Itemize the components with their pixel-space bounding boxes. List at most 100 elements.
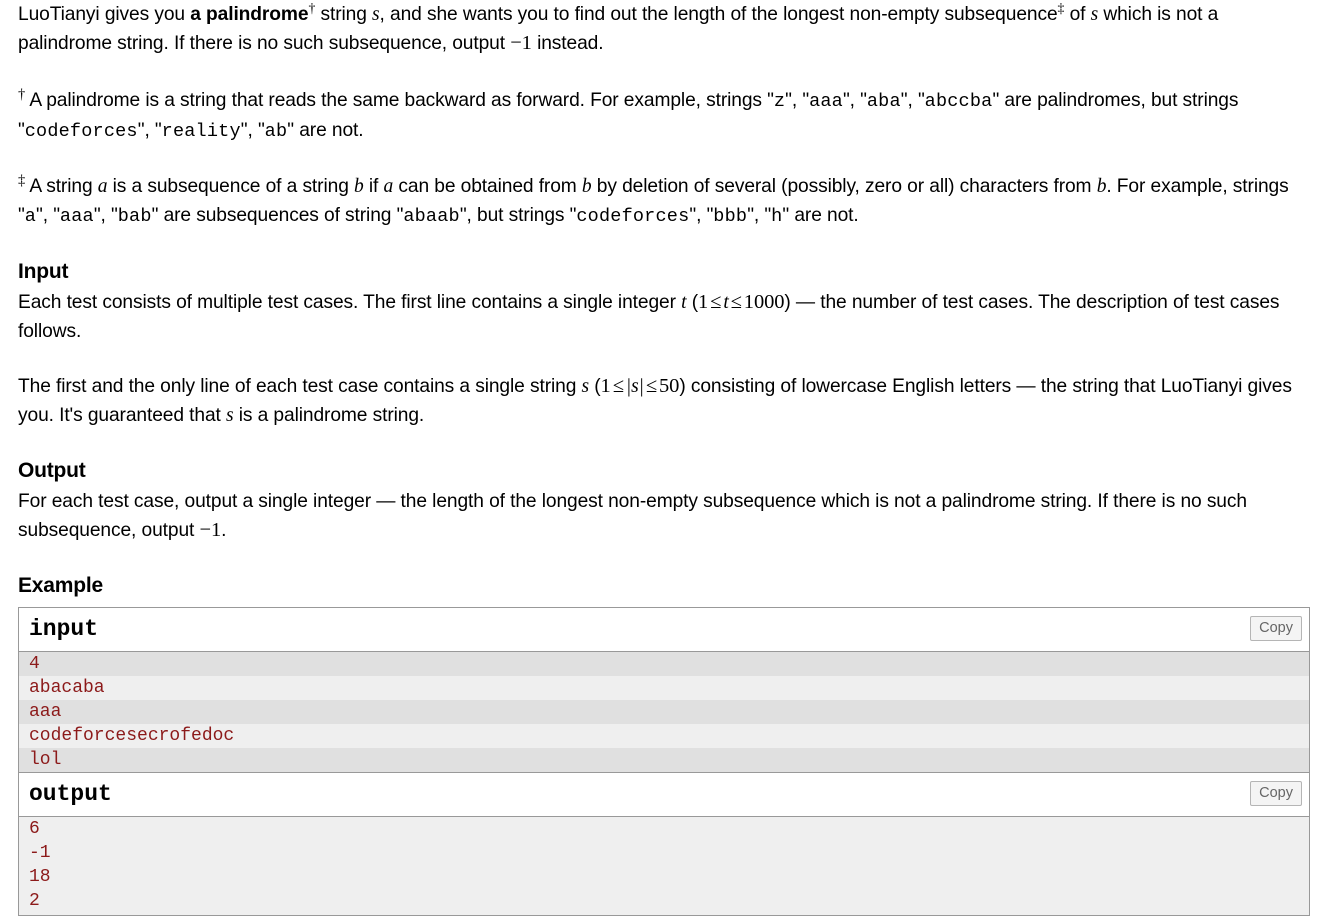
- sample-output-line: 6: [19, 817, 1309, 841]
- code-codeforces-2: codeforces: [576, 206, 690, 227]
- code-bab: bab: [117, 206, 152, 227]
- footnote-palindrome: † A palindrome is a string that reads th…: [18, 86, 1310, 146]
- footnote-text-2: ", ": [785, 90, 810, 111]
- legend-bold-palindrome: a palindrome: [190, 4, 309, 25]
- math-s-lower-bound: 1: [600, 375, 611, 397]
- math-var-s-4: s: [226, 405, 234, 426]
- code-ab: ab: [264, 121, 288, 142]
- math-le-3: ≤: [612, 375, 624, 397]
- footnote-text-8: " are not.: [287, 120, 364, 141]
- math-var-b-2: b: [581, 176, 592, 197]
- output-section-heading: Output: [18, 459, 86, 482]
- math-var-a-2: a: [383, 176, 394, 197]
- math-s-upper-bound: 50: [659, 375, 680, 397]
- sample-output-box: output Copy 6 -1 18 2: [18, 772, 1310, 916]
- legend-text-3: , and she wants you to find out the leng…: [379, 4, 1058, 25]
- fn2-text-11: ", ": [689, 205, 714, 226]
- output-paragraph-1: For each test case, output a single inte…: [18, 487, 1310, 545]
- input-paragraph-1: Each test consists of multiple test case…: [18, 288, 1310, 346]
- sample-input-box: input Copy 4 abacaba aaa codeforcesecrofe…: [18, 607, 1310, 772]
- math-abs-s: |s|: [625, 376, 644, 397]
- input-section-heading: Input: [18, 260, 69, 283]
- sample-input-line: codeforcesecrofedoc: [19, 724, 1309, 748]
- fn2-text-10: ", but strings ": [459, 205, 577, 226]
- legend-text-4: of: [1064, 4, 1091, 25]
- footnote-text-6: ", ": [137, 120, 162, 141]
- fn2-text-12: ", ": [747, 205, 772, 226]
- math-le-1: ≤: [710, 291, 722, 313]
- sample-input-title: input Copy: [19, 608, 1309, 651]
- sample-input-title-label: input: [29, 616, 99, 642]
- math-minus-one-1: −1: [510, 32, 532, 54]
- copy-input-button[interactable]: Copy: [1250, 616, 1302, 641]
- math-var-b-3: b: [1096, 176, 1107, 197]
- math-minus-one-2: −1: [199, 519, 222, 541]
- math-var-b-1: b: [354, 176, 364, 197]
- fn2-text-4: can be obtained from: [393, 176, 582, 197]
- sample-input-line: abacaba: [19, 676, 1309, 700]
- fn2-text-9: " are subsequences of string ": [151, 205, 404, 226]
- fn2-text-8: ", ": [93, 205, 118, 226]
- code-abaab: abaab: [403, 206, 460, 227]
- fn2-text-13: " are not.: [782, 205, 859, 226]
- sample-output-title-label: output: [29, 781, 112, 807]
- code-z: z: [773, 91, 786, 112]
- legend-text-1: LuoTianyi gives you: [18, 4, 191, 25]
- math-var-a-1: a: [97, 176, 108, 197]
- math-var-t-2: t: [723, 292, 729, 313]
- code-bbb: bbb: [713, 206, 748, 227]
- legend-text-2: string: [315, 4, 373, 25]
- math-le-2: ≤: [730, 291, 742, 313]
- output-text-2: .: [221, 520, 227, 541]
- footnote-subsequence: ‡ A string a is a subsequence of a strin…: [18, 172, 1310, 231]
- sample-input-content: 4 abacaba aaa codeforcesecrofedoc lol: [19, 651, 1309, 772]
- fn2-text-1: A string: [25, 176, 98, 197]
- math-t-upper-bound: 1000: [743, 291, 785, 313]
- code-aba: aba: [866, 91, 901, 112]
- input2-text-2: (: [589, 376, 601, 397]
- sample-input-line: lol: [19, 748, 1309, 772]
- footnote-text-1: A palindrome is a string that reads the …: [25, 90, 774, 111]
- sample-output-title: output Copy: [19, 773, 1309, 816]
- input2-text-1: The first and the only line of each test…: [18, 376, 582, 397]
- code-h: h: [771, 206, 783, 227]
- copy-output-button[interactable]: Copy: [1250, 781, 1302, 806]
- code-aaa-2: aaa: [59, 206, 94, 227]
- example-section-heading: Example: [18, 574, 103, 597]
- fn2-text-7: ", ": [36, 205, 60, 226]
- sample-tests: input Copy 4 abacaba aaa codeforcesecrofe…: [18, 607, 1310, 916]
- problem-legend-paragraph: LuoTianyi gives you a palindrome† string…: [18, 0, 1310, 58]
- input2-text-4: is a palindrome string.: [233, 405, 425, 426]
- math-var-s-2: s: [1090, 4, 1099, 25]
- code-aaa: aaa: [809, 91, 843, 112]
- sample-input-line: aaa: [19, 700, 1309, 724]
- code-codeforces-1: codeforces: [24, 121, 138, 142]
- sample-output-line: -1: [19, 841, 1309, 865]
- fn2-text-5: by deletion of several (possibly, zero o…: [591, 176, 1097, 197]
- legend-text-6: instead.: [531, 33, 604, 54]
- math-le-4: ≤: [645, 375, 658, 397]
- sample-output-line: 2: [19, 889, 1309, 913]
- code-abccba: abccba: [924, 91, 993, 112]
- sample-output-content: 6 -1 18 2: [19, 816, 1309, 915]
- sample-input-line: 4: [19, 652, 1309, 676]
- math-var-s-1: s: [372, 4, 380, 25]
- footnote-text-7: ", ": [240, 120, 265, 141]
- code-a: a: [24, 206, 37, 227]
- fn2-text-2: is a subsequence of a string: [107, 176, 354, 197]
- footnote-text-3: ", ": [842, 90, 867, 111]
- math-t-lower-bound: 1: [698, 291, 709, 313]
- input-text-1: Each test consists of multiple test case…: [18, 292, 682, 313]
- code-reality: reality: [161, 121, 241, 142]
- problem-statement-page: LuoTianyi gives you a palindrome† string…: [0, 0, 1328, 916]
- footnote-text-4: ", ": [900, 90, 925, 111]
- sample-output-line: 18: [19, 865, 1309, 889]
- math-var-s-3: s: [581, 376, 590, 397]
- fn2-text-3: if: [363, 176, 384, 197]
